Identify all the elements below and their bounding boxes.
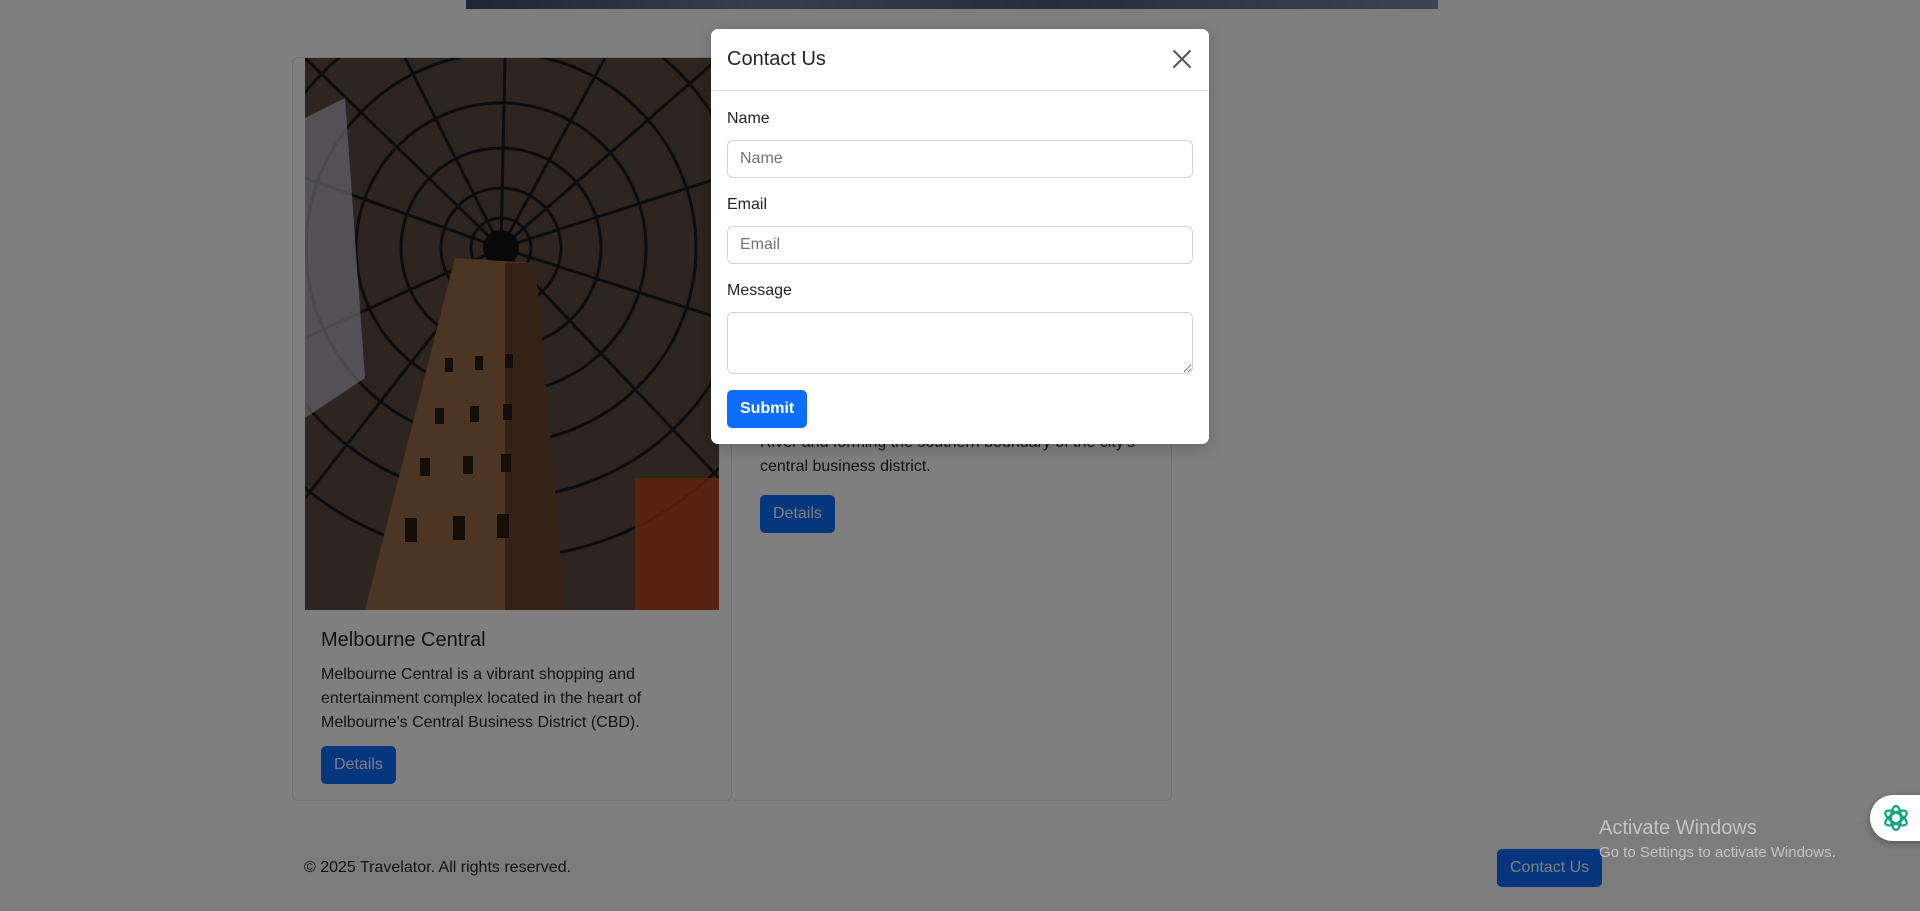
watermark-subtitle: Go to Settings to activate Windows. [1599,844,1836,861]
email-label: Email [727,196,768,213]
message-label: Message [727,282,792,299]
submit-button[interactable]: Submit [727,390,808,428]
assistant-button[interactable] [1870,795,1920,841]
name-input[interactable] [727,140,1193,178]
windows-activation-watermark: Activate Windows Go to Settings to activ… [1599,817,1836,861]
modal-header: Contact Us [711,29,1209,91]
close-button[interactable] [1169,46,1195,72]
name-label: Name [727,110,770,127]
watermark-title: Activate Windows [1599,817,1757,839]
modal-title: Contact Us [727,48,826,70]
contact-modal: Contact Us Name Email Message Submit [711,29,1209,444]
email-input[interactable] [727,226,1193,264]
message-textarea[interactable] [727,312,1193,374]
close-icon [1173,50,1191,68]
assistant-icon [1884,804,1908,832]
